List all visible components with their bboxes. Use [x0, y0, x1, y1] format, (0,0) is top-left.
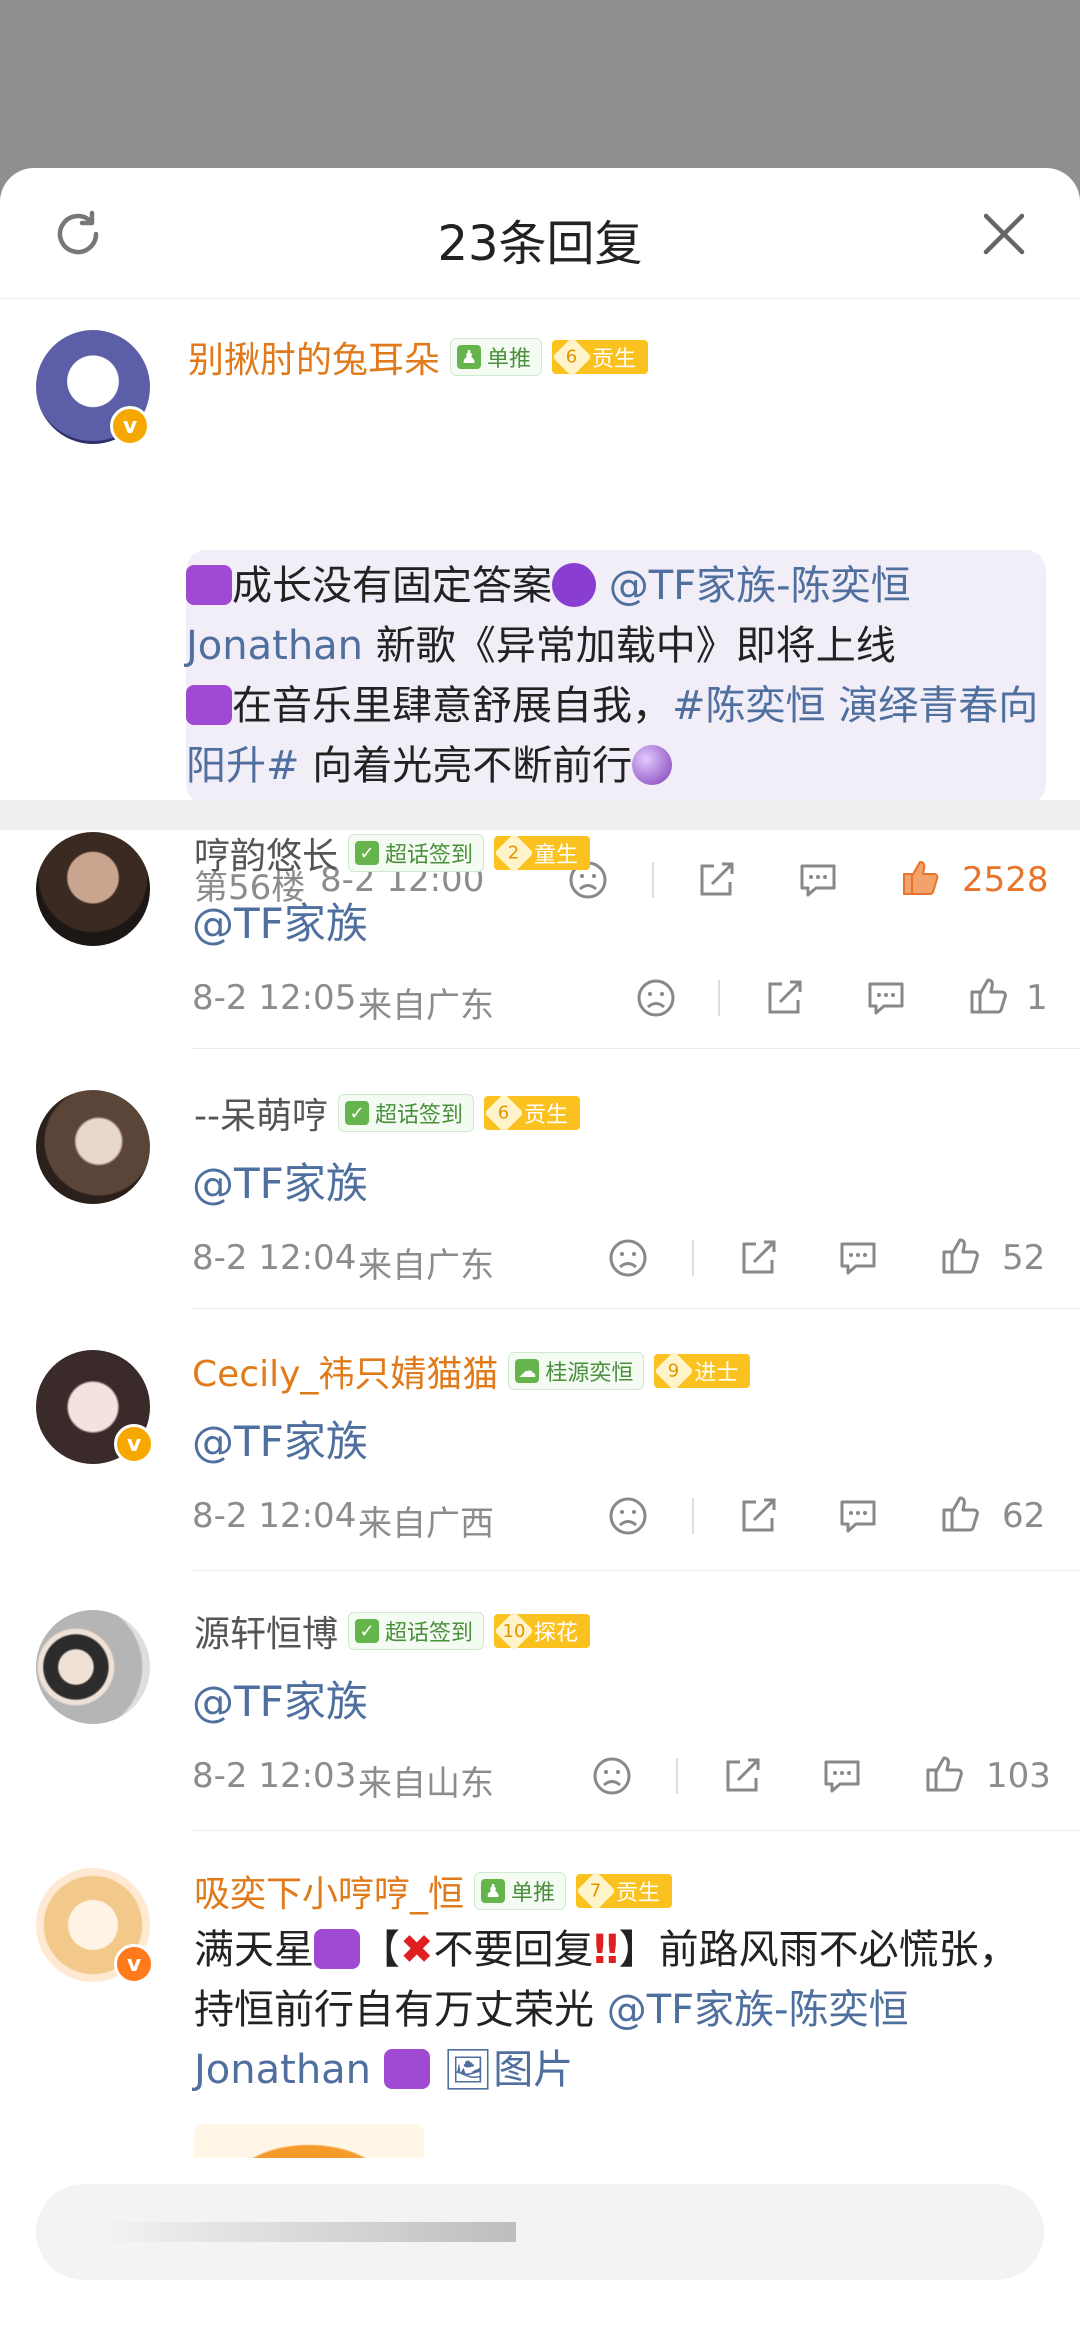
purple-heart-emoji-icon [186, 685, 232, 725]
like-count: 62 [1002, 1496, 1046, 1536]
location: 来自广西 [358, 1504, 494, 1544]
dislike-face-icon[interactable] [590, 1754, 634, 1798]
close-icon[interactable] [974, 204, 1034, 264]
separator [718, 980, 720, 1016]
tag-label: 单推 [487, 347, 532, 372]
rank-badge[interactable]: 6 贡生 [552, 337, 649, 377]
input-placeholder-graphic [96, 2222, 516, 2242]
share-icon[interactable] [736, 1494, 780, 1538]
like-count: 2528 [962, 860, 1049, 900]
avatar[interactable] [36, 1610, 150, 1724]
user-tag[interactable]: ✓ 超话签到 [348, 1612, 485, 1650]
comment-icon[interactable] [836, 1494, 880, 1538]
like-count: 1 [1026, 978, 1048, 1018]
dimmed-background[interactable] [0, 0, 1080, 170]
separator [676, 1758, 678, 1794]
username[interactable]: Cecily_祎只婧猫猫 [192, 1345, 498, 1397]
reply-text[interactable]: @TF家族 [192, 890, 368, 951]
verified-badge-icon: v [114, 1944, 154, 1984]
like-count: 52 [1002, 1238, 1046, 1278]
username[interactable]: 吸奕下小哼哼_恒 [194, 1865, 464, 1917]
timestamp: 8-2 12:04 [192, 1238, 357, 1278]
reply-text[interactable]: @TF家族 [192, 1408, 368, 1469]
rank-badge[interactable]: 6 贡生 [484, 1093, 581, 1133]
separator [692, 1240, 694, 1276]
separator [692, 1498, 694, 1534]
person-icon: ♟ [481, 1879, 506, 1903]
username[interactable]: 别揪肘的兔耳朵 [188, 331, 440, 383]
purple-heart-emoji-icon [383, 2049, 430, 2089]
image-link[interactable]: 🖼图片 [442, 2047, 573, 2093]
comment-text: 成长没有固定答案 @TF家族-陈奕恒 Jonathan 新歌《异常加载中》即将上… [186, 563, 1039, 789]
timestamp: 8-2 12:03 [192, 1756, 357, 1796]
location: 来自山东 [358, 1764, 494, 1804]
comment-icon[interactable] [836, 1236, 880, 1280]
replies-sheet: 23条回复 v 别揪肘的兔耳朵 ♟ 单推 6 贡生 成长没有固定答案 @TF家族-陈… [0, 168, 1080, 2344]
location: 来自广东 [358, 986, 494, 1026]
checkin-icon: ✓ [355, 1619, 380, 1643]
comment-icon[interactable] [864, 976, 908, 1020]
separator [192, 1308, 1080, 1309]
sheet-header: 23条回复 [0, 168, 1080, 299]
comment-icon[interactable] [796, 858, 840, 902]
timestamp: 8-2 12:05 [192, 978, 357, 1018]
rank-badge[interactable]: 10 探花 [494, 1611, 591, 1651]
share-icon[interactable] [720, 1754, 764, 1798]
verified-badge-icon: v [110, 406, 150, 446]
like-count: 103 [986, 1756, 1051, 1796]
checkin-icon: ✓ [344, 1101, 369, 1125]
dislike-face-icon[interactable] [606, 1236, 650, 1280]
section-divider [0, 800, 1080, 830]
share-icon[interactable] [762, 976, 806, 1020]
person-icon: ♟ [457, 345, 482, 369]
like-icon[interactable] [966, 974, 1010, 1018]
reply-input[interactable] [36, 2184, 1044, 2280]
reply-text[interactable]: @TF家族 [192, 1150, 368, 1211]
location: 来自广东 [358, 1246, 494, 1286]
like-icon[interactable] [938, 1492, 982, 1536]
separator [192, 1048, 1080, 1049]
timestamp: 8-2 12:04 [192, 1496, 357, 1536]
purple-heart-emoji-icon [314, 1929, 360, 1969]
username[interactable]: 源轩恒博 [194, 1605, 338, 1657]
share-icon[interactable] [736, 1236, 780, 1280]
dislike-face-icon[interactable] [606, 1494, 650, 1538]
separator [192, 1830, 1080, 1831]
cross-mark-icon: ✖ [400, 1927, 434, 1973]
purple-circle-emoji-icon [552, 563, 596, 607]
avatar[interactable] [36, 1090, 150, 1204]
rank-title: 贡生 [592, 347, 637, 372]
reply-text[interactable]: @TF家族 [192, 1668, 368, 1729]
user-tag[interactable]: ♟ 单推 [474, 1872, 567, 1910]
double-exclamation-icon: ‼ [593, 1927, 619, 1973]
share-icon[interactable] [694, 858, 738, 902]
heart-emoji-icon [186, 565, 232, 605]
user-tag[interactable]: ♟ 单推 [450, 338, 543, 376]
user-tag[interactable]: ✓ 超话签到 [337, 1094, 474, 1132]
checkin-icon: ✓ [355, 841, 380, 865]
separator [192, 1570, 1080, 1571]
sheet-title: 23条回复 [437, 216, 643, 272]
like-icon[interactable] [922, 1752, 966, 1796]
user-tag[interactable]: ☁ 桂源奕恒 [508, 1352, 645, 1390]
image-icon: 🖼 [442, 2047, 494, 2093]
rank-level: 6 [566, 346, 578, 368]
rank-badge[interactable]: 2 童生 [494, 833, 591, 873]
like-icon-active[interactable] [898, 856, 942, 900]
crystal-ball-emoji-icon [632, 745, 673, 785]
reply-text: 满天星 【✖不要回复‼】前路风雨不必慌张，持恒前行自有万丈荣光 @TF家族-陈奕恒… [194, 1927, 1019, 2093]
rank-badge[interactable]: 7 贡生 [576, 1871, 673, 1911]
comment-icon[interactable] [820, 1754, 864, 1798]
like-icon[interactable] [938, 1234, 982, 1278]
avatar[interactable] [36, 832, 150, 946]
dislike-face-icon[interactable] [634, 976, 678, 1020]
verified-badge-icon: v [114, 1424, 154, 1464]
username[interactable]: 哼韵悠长 [194, 827, 338, 879]
separator [652, 862, 654, 898]
rank-badge[interactable]: 9 进士 [654, 1351, 751, 1391]
cloud-icon: ☁ [515, 1359, 540, 1383]
user-tag[interactable]: ✓ 超话签到 [348, 834, 485, 872]
username[interactable]: --呆萌哼 [194, 1087, 328, 1139]
